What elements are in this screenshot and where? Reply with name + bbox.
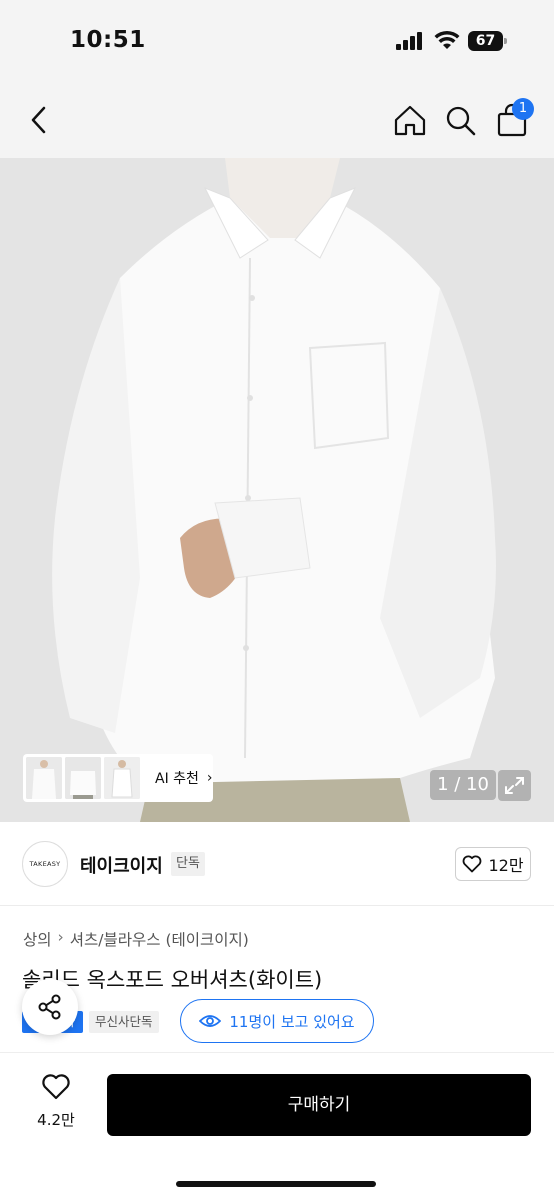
page-counter: 1 / 10 — [430, 770, 496, 800]
signal-icon — [396, 32, 426, 50]
chevron-right-icon: › — [57, 928, 64, 946]
chevron-right-icon: › — [206, 770, 213, 786]
ai-recommend-label: AI 추천 — [155, 771, 199, 787]
thumbnail-strip: AI 추천 › — [23, 754, 213, 802]
heart-icon — [42, 1074, 70, 1100]
thumbnail-2[interactable] — [65, 757, 101, 799]
search-icon — [446, 106, 476, 136]
bottom-action-bar: 4.2만 구매하기 — [0, 1052, 554, 1200]
status-bar: 10:51 67 — [0, 0, 554, 82]
viewers-text: 11명이 보고 있어요 — [229, 1012, 355, 1031]
chevron-left-icon — [31, 106, 46, 134]
buy-button[interactable]: 구매하기 — [107, 1074, 531, 1136]
back-button[interactable] — [22, 100, 58, 140]
cart-badge: 1 — [512, 98, 534, 120]
home-button[interactable] — [392, 100, 428, 140]
thumbnail-3[interactable] — [104, 757, 140, 799]
share-icon — [38, 994, 61, 1020]
search-button[interactable] — [442, 100, 478, 140]
breadcrumb-category[interactable]: 상의 — [23, 928, 52, 950]
viewers-indicator: 11명이 보고 있어요 — [180, 999, 374, 1043]
status-time: 10:51 — [70, 27, 146, 53]
thumbnail-1[interactable] — [26, 757, 62, 799]
eye-icon — [199, 1015, 222, 1027]
battery-level: 67 — [468, 31, 503, 51]
product-tag-exclusive: 무신사단독 — [89, 1011, 159, 1033]
expand-button[interactable] — [498, 770, 531, 801]
brand-name[interactable]: 테이크이지 — [80, 852, 163, 878]
brand-like-count: 12만 — [488, 856, 524, 875]
home-icon — [394, 105, 426, 136]
breadcrumb-subcategory[interactable]: 셔츠/블라우스 (테이크이지) — [70, 928, 249, 950]
battery-icon: 67 — [468, 31, 507, 51]
cart-button[interactable]: 1 — [494, 98, 534, 140]
brand-logo[interactable]: TAKEASY — [22, 841, 68, 887]
share-button[interactable] — [22, 979, 78, 1035]
wifi-icon — [434, 30, 460, 49]
brand-like-button[interactable]: 12만 — [455, 847, 531, 881]
expand-arrows-icon — [505, 777, 524, 794]
wishlist-count: 4.2만 — [37, 1111, 75, 1129]
brand-row: TAKEASY 테이크이지 단독 12만 — [0, 822, 554, 906]
product-photo — [0, 158, 554, 822]
wishlist-button[interactable]: 4.2만 — [28, 1073, 84, 1135]
product-image[interactable]: AI 추천 › 1 / 10 — [0, 158, 554, 822]
app-header: 1 — [0, 82, 554, 158]
home-indicator — [176, 1181, 376, 1187]
breadcrumb: 상의 › 셔츠/블라우스 (테이크이지) — [23, 928, 249, 950]
ai-recommend-button[interactable]: AI 추천 › — [155, 768, 213, 788]
brand-exclusive-tag: 단독 — [171, 852, 205, 876]
heart-icon — [463, 855, 482, 873]
